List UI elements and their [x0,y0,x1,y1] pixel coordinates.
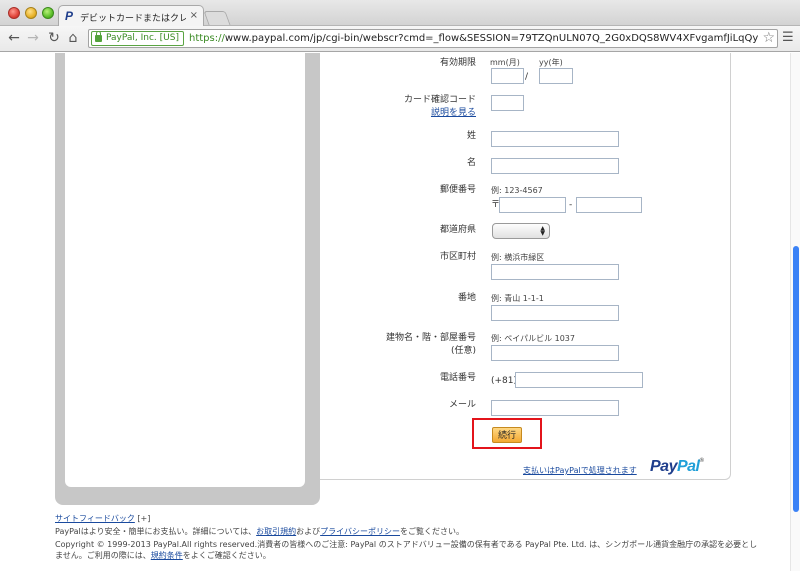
postal-dash: - [569,200,573,210]
postal-code-label: 郵便番号 [439,185,476,195]
ev-certificate-badge[interactable]: PayPal, Inc. [US] [91,31,184,46]
footer-text: および [296,527,321,536]
back-arrow-icon[interactable]: ← [6,30,22,46]
phone-input[interactable] [515,372,643,388]
building-hint: 例: ペイパルビル 1037 [491,334,575,343]
paypal-favicon-icon: P [65,9,74,23]
feedback-expand[interactable]: [+] [137,514,150,523]
phone-label: 電話番号 [439,373,476,383]
bookmark-star-icon[interactable]: ☆ [762,30,775,46]
url-path: www.paypal.com/jp/cgi-bin/webscr?cmd=_fl… [224,33,759,44]
continue-button[interactable]: 続行 [492,427,522,443]
expiry-label: 有効期限 [439,58,476,68]
reload-icon[interactable]: ↻ [46,30,62,46]
logo-pay: Pay [650,458,677,475]
left-panel [65,53,305,487]
terms-link[interactable]: お取引規約 [256,527,296,536]
url-scheme: https:// [189,33,225,44]
zoom-window-button[interactable] [42,7,54,19]
first-name-input[interactable] [491,158,619,174]
scrollbar-thumb[interactable] [793,246,799,512]
prefecture-label: 都道府県 [439,225,476,235]
window-titlebar: P デビットカードまたはクレジ × [0,0,800,27]
footer-line-1: PayPalはより安全・簡単にお支払い。詳細については、お取引規約およびプライバ… [55,526,464,537]
tab-title: デビットカードまたはクレジ [80,14,186,24]
updown-arrows-icon: ▲ ▼ [540,225,545,237]
footer-copyright: Copyright © 1999-2013 PayPal.All rights … [55,540,758,549]
cvv-label: カード確認コード [403,95,476,105]
terms-conditions-link[interactable]: 規約条件 [151,551,183,560]
site-feedback-link[interactable]: サイトフィードバック [55,514,135,523]
vertical-scrollbar[interactable] [790,53,800,571]
email-input[interactable] [491,400,619,416]
close-window-button[interactable] [8,7,20,19]
street-hint: 例: 青山 1-1-1 [491,294,544,303]
left-panel-frame [55,53,320,505]
page-content: 有効期限 mm(月) yy(年) / カード確認コード 説明を見る 姓 名 郵便… [0,53,790,571]
first-name-label: 名 [466,158,476,168]
lock-icon [95,31,102,42]
expiry-year-input[interactable] [539,68,573,84]
footer-text: ません。ご利用の際には、 [55,551,151,560]
footer-text: をよくご確認ください。 [182,551,271,560]
date-separator: / [525,72,529,82]
street-label: 番地 [457,293,476,303]
postal-code-hint: 例: 123-4567 [491,186,543,195]
home-icon[interactable]: ⌂ [65,30,81,46]
last-name-label: 姓 [466,131,476,141]
postal-code-first-input[interactable] [499,197,566,213]
powered-by-paypal-link[interactable]: 支払いはPayPalで処理されます [523,465,637,476]
tab-close-icon[interactable]: × [190,10,198,22]
street-input[interactable] [491,305,619,321]
address-bar[interactable]: PayPal, Inc. [US] https://www.paypal.com… [88,29,778,48]
building-label: 建物名・階・部屋番号 [385,333,476,343]
footer-text: PayPalはより安全・簡単にお支払い。詳細については、 [55,527,257,536]
footer-line-3: ません。ご利用の際には、規約条件をよくご確認ください。 [55,550,271,561]
building-input[interactable] [491,345,619,361]
last-name-input[interactable] [491,131,619,147]
forward-arrow-icon[interactable]: → [25,30,41,46]
email-label: メール [448,400,476,410]
cvv-help-link[interactable]: 説明を見る [320,107,476,119]
logo-pal: Pal [676,458,700,475]
prefecture-select[interactable]: ▲ ▼ [492,223,550,239]
logo-mark: ® [699,458,704,464]
building-optional-label: (任意) [450,346,476,356]
feedback-row: サイトフィードバック [+] [55,513,150,524]
url-text[interactable]: https://www.paypal.com/jp/cgi-bin/webscr… [189,33,759,44]
menu-icon[interactable]: ☰ [782,30,794,46]
privacy-policy-link[interactable]: プライバシーポリシー [320,527,400,536]
year-hint: yy(年) [539,58,563,67]
minimize-window-button[interactable] [25,7,37,19]
browser-tab-active[interactable]: P デビットカードまたはクレジ × [58,5,204,27]
footer-text: をご覧ください。 [399,527,464,536]
city-hint: 例: 横浜市緑区 [491,253,545,262]
city-input[interactable] [491,264,619,280]
paypal-logo: PayPal® [650,458,704,476]
postal-code-second-input[interactable] [576,197,642,213]
ev-badge-label: PayPal, Inc. [US] [106,33,179,43]
cvv-input[interactable] [491,95,524,111]
expiry-month-input[interactable] [491,68,524,84]
phone-prefix: (+81) [491,376,518,386]
new-tab-button[interactable] [203,11,231,25]
city-label: 市区町村 [439,252,476,262]
month-hint: mm(月) [490,58,520,67]
browser-toolbar: ← → ↻ ⌂ PayPal, Inc. [US] https://www.pa… [0,26,800,52]
